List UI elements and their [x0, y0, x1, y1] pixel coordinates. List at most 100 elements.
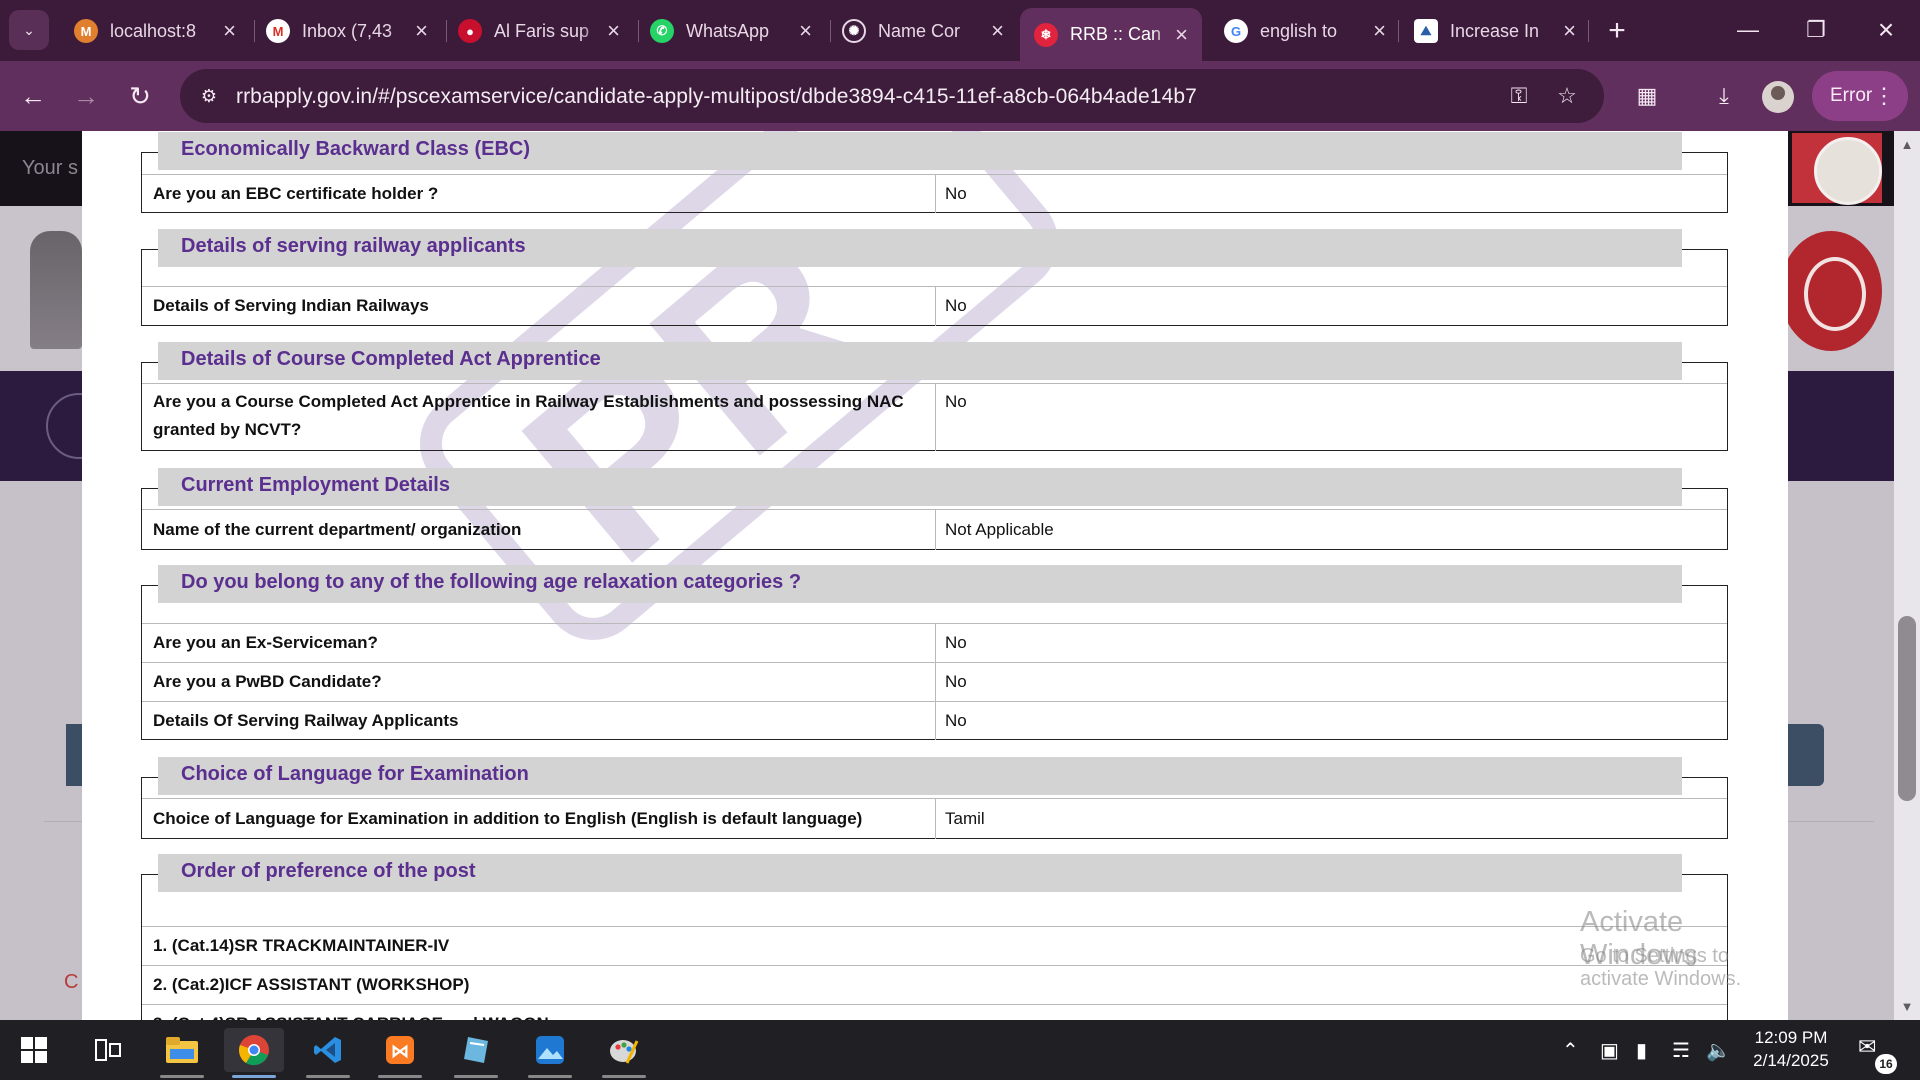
openai-icon: ✺	[842, 19, 866, 43]
row-label: Are you a PwBD Candidate?	[153, 672, 382, 691]
xampp-taskbar-icon[interactable]: ⋈	[370, 1028, 430, 1078]
table-row: Name of the current department/ organiza…	[142, 509, 1727, 550]
photos-icon[interactable]	[520, 1028, 580, 1078]
wifi-icon[interactable]: ☴	[1672, 1038, 1690, 1063]
reload-icon[interactable]: ↻	[122, 78, 158, 114]
tab-al-faris[interactable]: ● Al Faris sup ×	[444, 8, 634, 54]
tab-separator	[1588, 20, 1589, 42]
volume-mute-icon[interactable]: 🔈	[1706, 1038, 1731, 1063]
section-age-relaxation: Do you belong to any of the following ag…	[141, 565, 1728, 740]
password-key-icon[interactable]: ⚿	[1504, 81, 1534, 111]
tab-title: WhatsApp	[686, 20, 770, 41]
tab-whatsapp[interactable]: ✆ WhatsApp ×	[636, 8, 826, 54]
minimize-icon[interactable]: —	[1714, 0, 1782, 60]
url-text[interactable]: rrbapply.gov.in/#/pscexamservice/candida…	[236, 85, 1197, 109]
xampp-icon: M	[74, 19, 98, 43]
image-icon: ⛰	[1414, 19, 1438, 43]
column-divider	[935, 799, 936, 839]
section-title: Details of Course Completed Act Apprenti…	[158, 342, 1682, 380]
tab-rrb[interactable]: ❄ RRB :: Can ×	[1020, 8, 1202, 61]
tab-title: english to	[1260, 20, 1338, 41]
row-value: No	[945, 184, 967, 203]
tab-title: localhost:8	[110, 20, 197, 41]
tab-search-chevron-icon[interactable]: ⌄	[9, 10, 49, 50]
close-icon[interactable]: ×	[415, 20, 428, 42]
tab-increase[interactable]: ⛰ Increase In ×	[1400, 8, 1590, 54]
windows-taskbar: ⋈ ⌃ ▣ ▮ ☴ 🔈 12:09 PM 2/14/2025 ✉ 16	[0, 1020, 1920, 1080]
column-divider	[935, 510, 936, 550]
tab-strip: ⌄ M localhost:8 × M Inbox (7,43 × ● Al F…	[0, 0, 1920, 61]
notification-count-badge: 16	[1875, 1054, 1897, 1074]
row-value: No	[945, 392, 967, 411]
google-icon: G	[1224, 19, 1248, 43]
close-icon[interactable]: ×	[1175, 23, 1188, 46]
close-window-icon[interactable]: ×	[1852, 0, 1920, 60]
tab-english-to[interactable]: G english to ×	[1210, 8, 1400, 54]
section-title: Choice of Language for Examination	[158, 757, 1682, 795]
notepad-icon[interactable]	[446, 1028, 506, 1078]
column-divider	[935, 702, 936, 740]
clock-date: 2/14/2025	[1753, 1051, 1829, 1070]
scrollbar-thumb[interactable]	[1898, 616, 1916, 801]
application-preview-panel[interactable]: PR Economically Backward Class (EBC) Are…	[82, 131, 1788, 1020]
bookmark-star-icon[interactable]: ☆	[1552, 81, 1582, 111]
close-icon[interactable]: ×	[607, 20, 620, 42]
row-label: Are you an EBC certificate holder ?	[153, 184, 439, 203]
download-icon[interactable]: ⤓	[1707, 79, 1741, 113]
close-icon[interactable]: ×	[799, 20, 812, 42]
rrb-icon: ❄	[1034, 22, 1058, 47]
site-info-icon[interactable]: ⚙	[194, 81, 224, 111]
meet-now-icon[interactable]: ▣	[1600, 1038, 1619, 1063]
close-icon[interactable]: ×	[223, 20, 236, 42]
tab-name-cor[interactable]: ✺ Name Cor ×	[828, 8, 1018, 54]
running-indicator	[528, 1075, 572, 1078]
tab-separator	[1398, 20, 1399, 42]
table-row: Are you an Ex-Serviceman? No	[142, 623, 1727, 662]
scroll-down-icon[interactable]: ▼	[1897, 997, 1917, 1017]
tab-title: RRB :: Can	[1070, 24, 1162, 44]
windows-start-icon[interactable]	[4, 1028, 64, 1072]
extensions-icon[interactable]: ▦	[1630, 79, 1664, 113]
back-icon[interactable]: ←	[15, 78, 51, 114]
row-value: No	[945, 672, 967, 691]
paint-icon[interactable]	[594, 1028, 654, 1078]
close-icon[interactable]: ×	[1373, 20, 1386, 42]
section-title: Order of preference of the post	[158, 854, 1682, 892]
close-icon[interactable]: ×	[991, 20, 1004, 42]
profile-error-button[interactable]: Error ⋮	[1812, 71, 1908, 121]
battery-icon[interactable]: ▮	[1636, 1038, 1647, 1063]
section-title: Current Employment Details	[158, 468, 1682, 506]
table-row: Are you an EBC certificate holder ? No	[142, 174, 1727, 213]
close-icon[interactable]: ×	[1563, 20, 1576, 42]
new-tab-icon[interactable]: +	[1600, 14, 1634, 48]
vscode-icon[interactable]	[298, 1028, 358, 1078]
system-clock[interactable]: 12:09 PM 2/14/2025	[1738, 1026, 1844, 1072]
row-value: No	[945, 296, 967, 315]
chrome-icon[interactable]	[224, 1028, 284, 1078]
row-label: Details Of Serving Railway Applicants	[153, 711, 459, 730]
indian-railways-logo	[1780, 231, 1882, 351]
tab-inbox[interactable]: M Inbox (7,43 ×	[252, 8, 442, 54]
running-indicator	[232, 1075, 276, 1078]
vertical-scrollbar[interactable]: ▲ ▼	[1894, 131, 1920, 1020]
section-title: Do you belong to any of the following ag…	[158, 565, 1682, 603]
page-viewport: Your s C PR Economically Backward Class …	[0, 131, 1920, 1020]
tab-localhost[interactable]: M localhost:8 ×	[60, 8, 250, 54]
activate-windows-subtitle: Go to Settings to activate Windows.	[1580, 945, 1742, 990]
profile-avatar[interactable]	[1762, 81, 1794, 113]
table-row: Are you a PwBD Candidate? No	[142, 662, 1727, 701]
file-explorer-icon[interactable]	[152, 1028, 212, 1078]
column-divider	[935, 384, 936, 451]
show-hidden-icons-chevron-icon[interactable]: ⌃	[1562, 1038, 1579, 1063]
task-view-icon[interactable]	[78, 1028, 138, 1072]
section-ebc: Economically Backward Class (EBC) Are yo…	[141, 132, 1728, 213]
running-indicator	[306, 1075, 350, 1078]
menu-kebab-icon[interactable]: ⋮	[1873, 83, 1895, 109]
address-bar[interactable]: ⚙ rrbapply.gov.in/#/pscexamservice/candi…	[180, 69, 1604, 123]
preference-item: 1. (Cat.14)SR TRACKMAINTAINER-IV	[153, 936, 450, 955]
section-post-preference: Order of preference of the post 1. (Cat.…	[141, 854, 1728, 1020]
forward-icon[interactable]: →	[68, 78, 104, 114]
red-circle-icon: ●	[458, 19, 482, 43]
scroll-up-icon[interactable]: ▲	[1897, 135, 1917, 155]
restore-icon[interactable]: ❐	[1782, 0, 1850, 60]
